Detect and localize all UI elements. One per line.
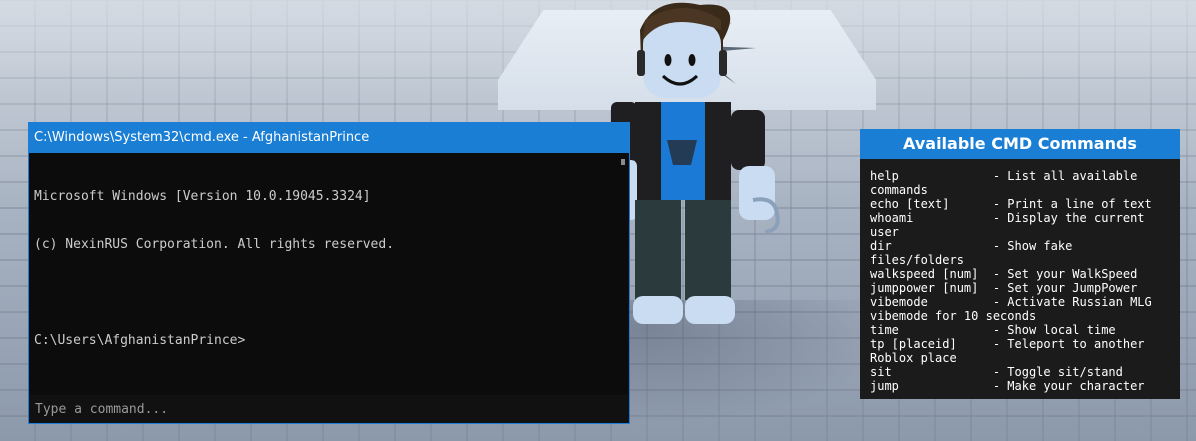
cmd-window[interactable]: C:\Windows\System32\cmd.exe - Afghanista…	[28, 122, 630, 424]
command-row: time - Show local time	[870, 323, 1116, 337]
commands-panel-title: Available CMD Commands	[860, 129, 1180, 159]
command-row: whoami - Display the current user	[870, 211, 1152, 239]
cmd-output-line: Microsoft Windows [Version 10.0.19045.33…	[34, 189, 371, 204]
commands-list: help - List all available commands echo …	[870, 169, 1172, 393]
command-row: help - List all available commands	[870, 169, 1145, 197]
command-row: echo [text] - Print a line of text	[870, 197, 1152, 211]
cmd-output-line: (c) NexinRUS Corporation. All rights res…	[34, 237, 395, 252]
commands-panel: Available CMD Commands help - List all a…	[860, 129, 1180, 399]
cmd-scrollbar[interactable]	[619, 157, 625, 397]
cmd-output: Microsoft Windows [Version 10.0.19045.33…	[34, 157, 615, 397]
player-avatar[interactable]	[605, 0, 805, 340]
command-input[interactable]	[29, 395, 629, 423]
cmd-prompt-line: C:\Users\AfghanistanPrince>	[34, 333, 246, 348]
cmd-scroll-thumb[interactable]	[621, 159, 625, 165]
command-row: jump - Make your character	[870, 379, 1145, 393]
command-row: dir - Show fake files/folders	[870, 239, 1080, 267]
command-row: sit - Toggle sit/stand	[870, 365, 1123, 379]
command-row: tp [placeid] - Teleport to another Roblo…	[870, 337, 1152, 365]
command-row: jumppower [num] - Set your JumpPower	[870, 281, 1138, 295]
cmd-output-line	[34, 285, 615, 301]
command-row: walkspeed [num] - Set your WalkSpeed	[870, 267, 1138, 281]
cmd-window-title[interactable]: C:\Windows\System32\cmd.exe - Afghanista…	[29, 123, 629, 153]
command-row: vibemode - Activate Russian MLG vibemode…	[870, 295, 1159, 323]
